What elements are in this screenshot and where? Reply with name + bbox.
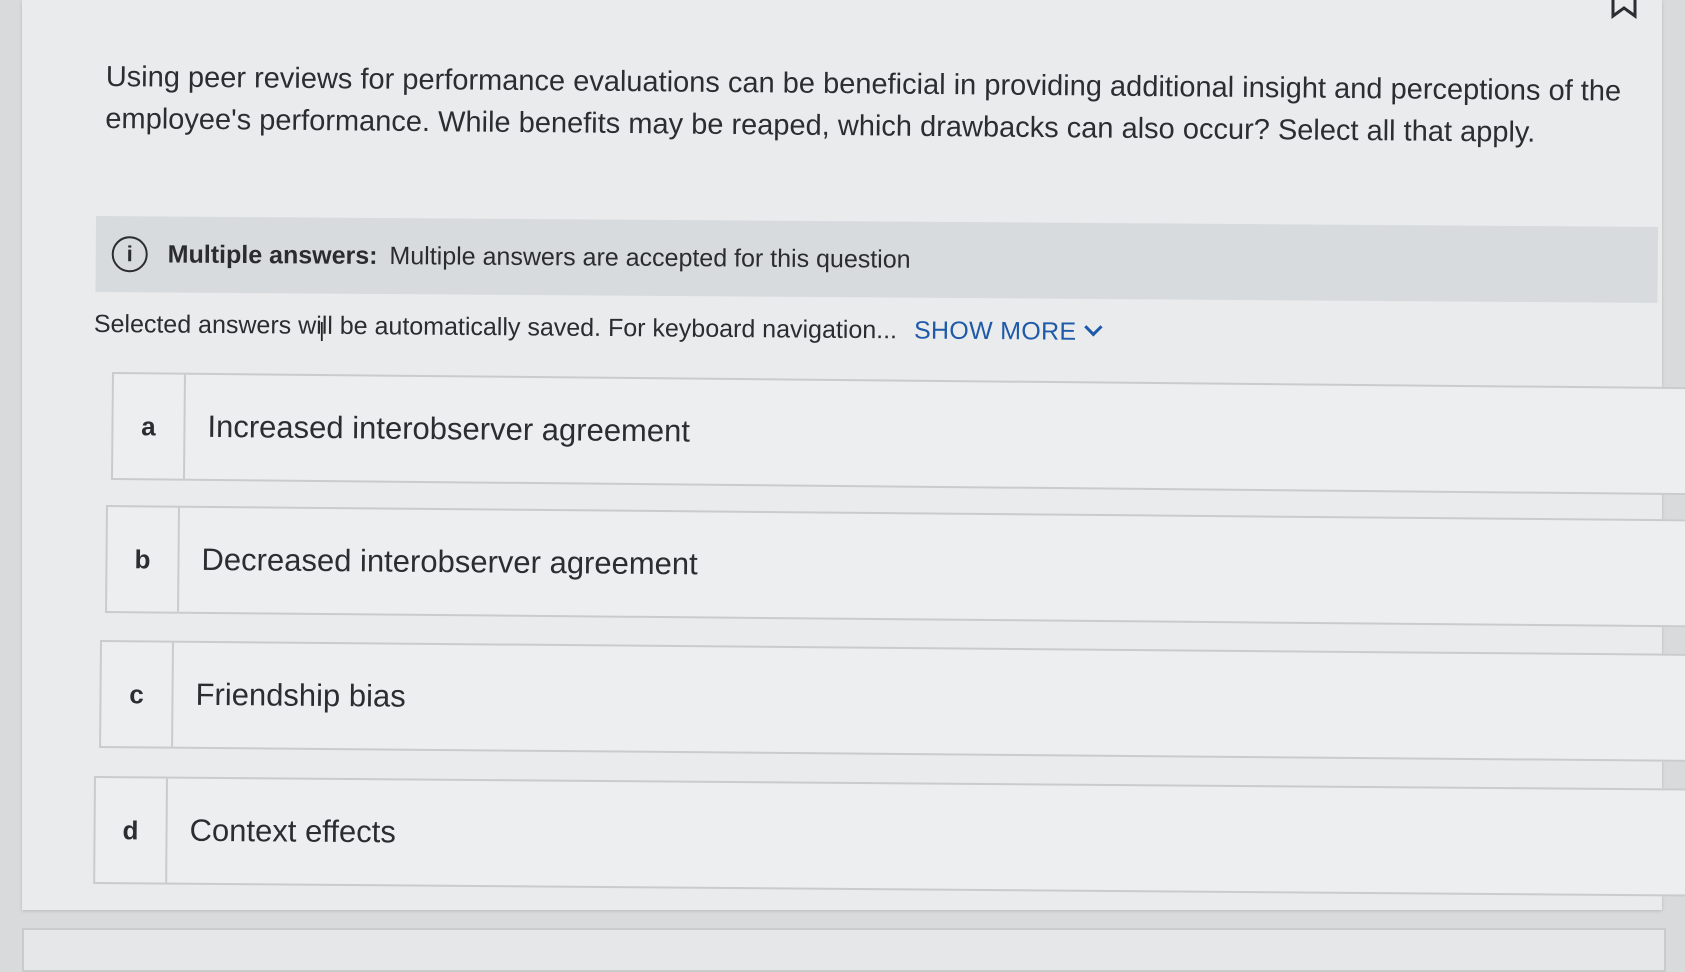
answer-option-a[interactable]: a Increased interobserver agreement [110, 372, 1685, 496]
option-letter: c [101, 642, 174, 747]
question-card: Using peer reviews for performance evalu… [22, 0, 1685, 910]
answer-option-c[interactable]: c Friendship bias [99, 640, 1685, 762]
notice-text: Multiple answers are accepted for this q… [389, 241, 911, 274]
show-more-label[interactable]: SHOW MORE [914, 316, 1077, 345]
multiple-answers-notice: i Multiple answers: Multiple answers are… [95, 216, 1658, 303]
option-text[interactable]: Context effects [189, 813, 395, 851]
text-cursor-icon: I [319, 318, 325, 348]
answer-option-d[interactable]: d Context effects [93, 776, 1685, 897]
bookmark-icon[interactable] [1607, 0, 1641, 20]
option-letter: a [112, 374, 186, 479]
option-letter: d [95, 778, 168, 883]
option-text[interactable]: Increased interobserver agreement [207, 409, 690, 450]
question-text: Using peer reviews for performance evalu… [105, 60, 1622, 149]
answer-option-b[interactable]: b Decreased interobserver agreement [105, 505, 1685, 628]
next-question-card [22, 928, 1666, 972]
hint-text: Selected answers will be automatically s… [93, 310, 898, 345]
option-text[interactable]: Decreased interobserver agreement [201, 542, 698, 583]
info-icon: i [111, 236, 148, 273]
option-letter: b [107, 507, 180, 612]
chevron-down-icon[interactable] [1083, 318, 1103, 337]
autosave-hint: Selected answers will be automatically s… [93, 310, 1103, 347]
option-text[interactable]: Friendship bias [195, 677, 406, 715]
notice-title: Multiple answers: [167, 240, 378, 270]
show-more-link[interactable]: SHOW MORE [914, 316, 1103, 346]
